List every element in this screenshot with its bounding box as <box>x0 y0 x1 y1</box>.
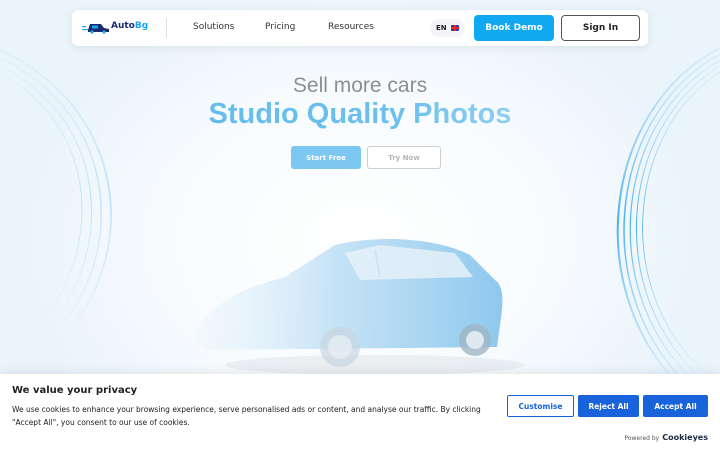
logo[interactable]: AutoBg <box>82 19 149 34</box>
nav-divider <box>166 18 167 38</box>
uk-flag-icon <box>450 25 459 31</box>
book-demo-button[interactable]: Book Demo <box>474 15 554 41</box>
logo-text: AutoBg <box>111 21 149 31</box>
sign-in-button[interactable]: Sign In <box>561 15 640 41</box>
cookie-title: We value your privacy <box>12 385 138 396</box>
hero-title: Studio Quality Photos <box>0 98 720 131</box>
powered-by[interactable]: Powered by Cookieyes <box>624 433 708 442</box>
nav-link-pricing[interactable]: Pricing <box>265 22 295 32</box>
hero-subtitle: Sell more cars <box>292 74 428 97</box>
customise-button[interactable]: Customise <box>507 395 574 417</box>
top-navbar: AutoBg Solutions Pricing Resources EN Bo… <box>72 10 648 46</box>
cookie-description: We use cookies to enhance your browsing … <box>12 405 481 427</box>
logo-mark-icon <box>82 19 109 34</box>
cookieyes-logo: Cookieyes <box>662 433 708 442</box>
try-now-button[interactable]: Try Now <box>367 146 441 169</box>
language-code: EN <box>436 24 447 32</box>
language-selector[interactable]: EN <box>430 19 465 37</box>
nav-link-solutions[interactable]: Solutions <box>193 22 234 32</box>
start-free-button[interactable]: Start Free <box>291 146 361 169</box>
powered-by-label: Powered by <box>624 435 660 442</box>
accept-all-button[interactable]: Accept All <box>643 395 708 417</box>
cookie-banner: We value your privacy We use cookies to … <box>0 374 720 450</box>
car-image <box>195 239 525 375</box>
nav-link-resources[interactable]: Resources <box>328 22 374 32</box>
reject-all-button[interactable]: Reject All <box>578 395 639 417</box>
